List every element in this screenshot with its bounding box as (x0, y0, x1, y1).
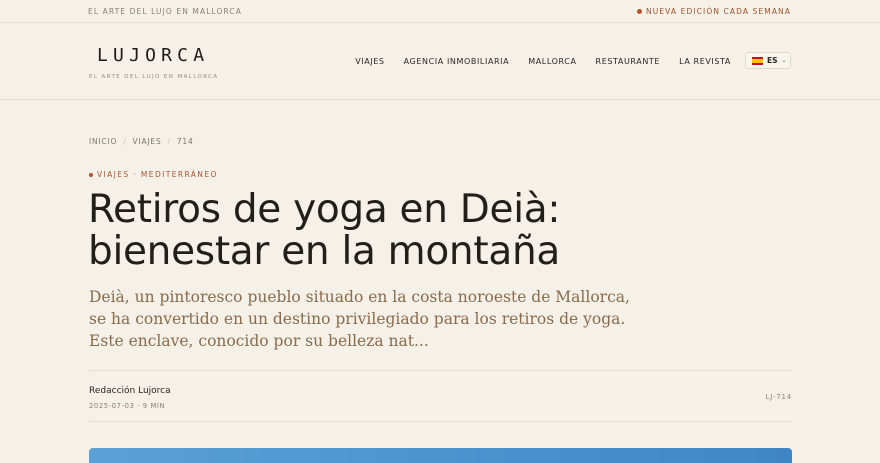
breadcrumb-current: 714 (176, 137, 194, 146)
breadcrumb-viajes[interactable]: VIAJES (133, 137, 162, 146)
nav-item-viajes[interactable]: VIAJES (355, 57, 384, 66)
article-code: LJ-714 (765, 393, 792, 401)
article-meta: 2025-07-03 · 9 MIN (89, 402, 166, 410)
breadcrumb-separator: / (167, 137, 171, 146)
language-selector[interactable]: ES ⌄ (745, 52, 791, 69)
edition-notice: NUEVA EDICIÓN CADA SEMANA (637, 7, 791, 16)
site-header: LUJORCA EL ARTE DEL LUJO EN MALLORCA VIA… (0, 23, 880, 100)
nav-item-agencia-inmobiliaria[interactable]: AGENCIA INMOBILIARIA (404, 57, 510, 66)
topbar-tagline: EL ARTE DEL LUJO EN MALLORCA (88, 7, 243, 16)
breadcrumb-separator: / (123, 137, 127, 146)
top-bar: EL ARTE DEL LUJO EN MALLORCA NUEVA EDICI… (0, 0, 880, 23)
breadcrumb-inicio[interactable]: INICIO (89, 137, 117, 146)
nav-item-mallorca[interactable]: MALLORCA (528, 57, 576, 66)
article-byline: Redacción Lujorca 2025-07-03 · 9 MIN LJ-… (89, 370, 792, 422)
chevron-down-icon: ⌄ (781, 57, 787, 64)
nav-item-la-revista[interactable]: LA REVISTA (679, 57, 731, 66)
category-label[interactable]: VIAJES · MEDITERRÁNEO (97, 170, 218, 179)
hero-image (89, 448, 792, 463)
spain-flag-icon (752, 56, 763, 65)
edition-text: NUEVA EDICIÓN CADA SEMANA (646, 7, 791, 16)
article-category: VIAJES · MEDITERRÁNEO (89, 170, 218, 179)
language-code: ES (767, 56, 778, 65)
dot-icon (637, 9, 643, 14)
site-logo[interactable]: LUJORCA (97, 45, 209, 66)
breadcrumb: INICIO / VIAJES / 714 (89, 137, 194, 146)
author-name: Redacción Lujorca (89, 386, 171, 396)
article-title: Retiros de yoga en Deià: bienestar en la… (88, 187, 561, 274)
logo-tagline: EL ARTE DEL LUJO EN MALLORCA (89, 74, 219, 80)
dot-icon (89, 172, 93, 177)
nav-item-restaurante[interactable]: RESTAURANTE (596, 57, 661, 66)
article-lede: Deià, un pintoresco pueblo situado en la… (89, 288, 630, 350)
main-nav: VIAJES AGENCIA INMOBILIARIA MALLORCA RES… (355, 57, 731, 66)
